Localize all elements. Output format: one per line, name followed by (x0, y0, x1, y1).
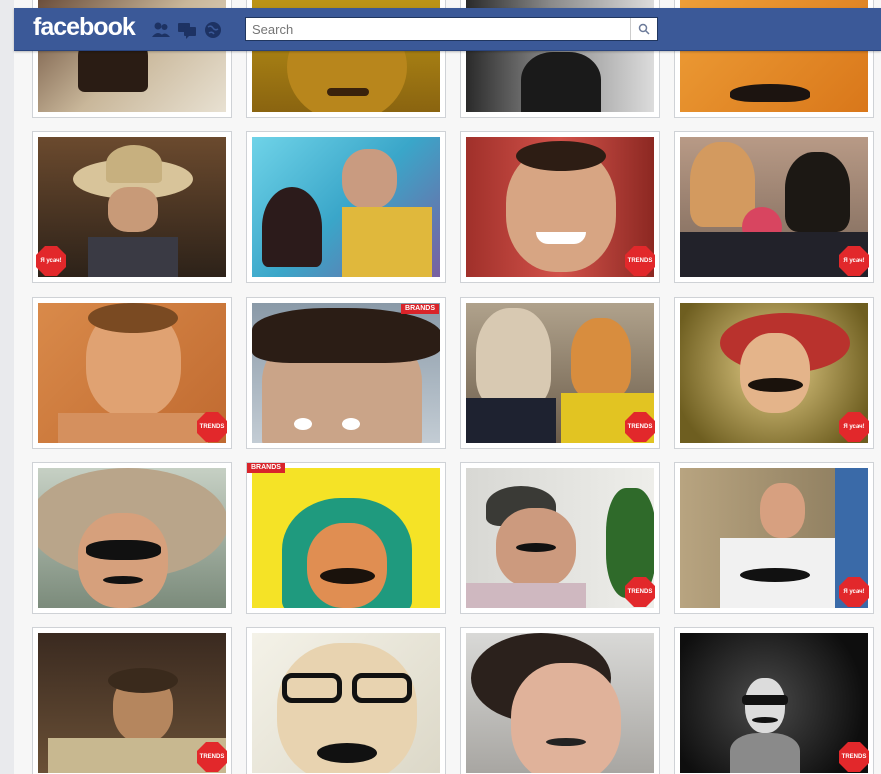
trends-badge: TRENDS (625, 577, 655, 607)
trends-badge: Я усач! (839, 412, 869, 442)
photo-thumbnail[interactable]: Я усач! (674, 131, 874, 283)
photo-thumbnail[interactable] (246, 627, 446, 774)
facebook-top-bar: facebook (14, 8, 881, 51)
trends-badge: TRENDS (197, 742, 227, 772)
photo-grid-page: Я усач! TRENDS Я усач! TRENDS BRANDS TRE… (14, 0, 881, 774)
trends-badge: TRENDS (197, 412, 227, 442)
brands-banner: BRANDS (247, 463, 285, 473)
messages-icon[interactable] (177, 21, 197, 39)
photo-thumbnail[interactable]: TRENDS (32, 627, 232, 774)
photo-thumbnail[interactable]: TRENDS (460, 131, 660, 283)
photo-thumbnail[interactable]: BRANDS (246, 297, 446, 449)
search-box (245, 17, 658, 41)
photo-thumbnail[interactable]: BRANDS (246, 462, 446, 614)
photo (38, 137, 226, 277)
photo-thumbnail[interactable] (32, 462, 232, 614)
photo-thumbnail[interactable]: Я усач! (32, 131, 232, 283)
photo (252, 137, 440, 277)
brands-banner: BRANDS (401, 304, 439, 314)
jewel-icons (151, 21, 223, 39)
photo-thumbnail[interactable]: TRENDS (674, 627, 874, 774)
photo-thumbnail[interactable] (460, 627, 660, 774)
photo (252, 303, 440, 443)
photo-thumbnail[interactable] (246, 131, 446, 283)
search-icon[interactable] (630, 18, 657, 40)
photo-thumbnail[interactable]: Я усач! (674, 462, 874, 614)
search-input[interactable] (246, 19, 630, 39)
trends-badge: TRENDS (625, 412, 655, 442)
photo-thumbnail[interactable]: Я усач! (674, 297, 874, 449)
friend-requests-icon[interactable] (151, 21, 171, 39)
photo (252, 633, 440, 773)
photo (466, 633, 654, 773)
photo-thumbnail[interactable]: TRENDS (460, 462, 660, 614)
trends-badge: TRENDS (839, 742, 869, 772)
notifications-icon[interactable] (203, 21, 223, 39)
trends-badge: Я усач! (839, 246, 869, 276)
trends-badge: Я усач! (839, 577, 869, 607)
photo (252, 468, 440, 608)
photo-thumbnail[interactable]: TRENDS (460, 297, 660, 449)
photo (38, 468, 226, 608)
trends-badge: TRENDS (625, 246, 655, 276)
photo-thumbnail[interactable]: TRENDS (32, 297, 232, 449)
facebook-logo[interactable]: facebook (33, 13, 136, 42)
trends-badge: Я усач! (36, 246, 66, 276)
